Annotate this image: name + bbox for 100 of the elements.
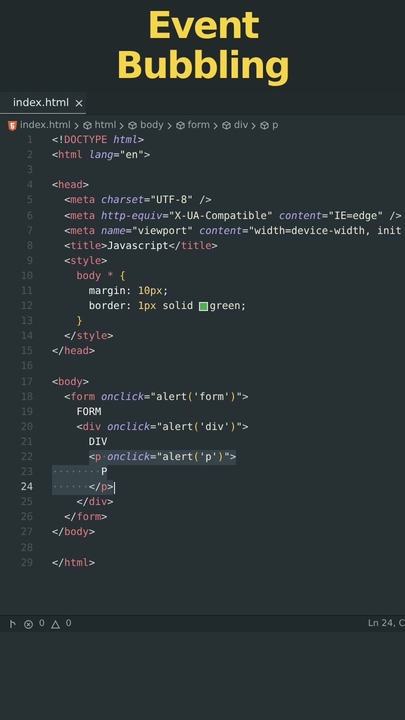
code-token: meta (70, 210, 96, 224)
chevron-icon (251, 122, 258, 130)
code-token: > (82, 376, 89, 390)
html5-icon (8, 120, 17, 130)
code-token: { (120, 270, 126, 284)
cube-icon (176, 121, 185, 130)
breadcrumb-item[interactable]: body (140, 120, 164, 131)
code-token: </ (52, 556, 64, 571)
code-token: < (64, 254, 70, 269)
code-token: > (101, 240, 108, 254)
code-token: body (58, 376, 83, 390)
code-token: html (113, 134, 138, 148)
code-token: = (162, 210, 169, 224)
editor-tab[interactable]: index.html × (0, 92, 86, 114)
code-token: <! (52, 134, 64, 148)
code-token: · (101, 450, 108, 466)
code-token: DIV (88, 436, 108, 450)
code-token: > (107, 330, 114, 344)
code-token: > (88, 556, 95, 571)
code-token: http-equiv (101, 210, 162, 224)
code-token: "X-UA-Compatible" (168, 210, 274, 224)
code-token: 'p' (199, 450, 218, 466)
code-token: onclick (101, 390, 144, 405)
code-token: form (70, 390, 96, 405)
cube-icon (128, 121, 138, 130)
code-token: style (70, 254, 102, 269)
code-token: </ (76, 496, 89, 510)
code-token: < (64, 194, 70, 208)
tab-label: index.html (13, 96, 69, 108)
code-token: head (64, 345, 89, 360)
code-token: /> (388, 210, 402, 224)
code-token: border: (88, 300, 133, 314)
code-token: ( (193, 420, 200, 435)
code-token: onclick (107, 420, 150, 435)
code-token: "viewport" (132, 224, 194, 239)
code-token: } (76, 315, 83, 330)
code-token: head (58, 179, 83, 194)
code-token: = (150, 420, 156, 435)
code-token: ······ (52, 480, 89, 496)
text-cursor (114, 482, 116, 494)
code-token: = (144, 390, 150, 405)
code-token: "width=device-width, init (248, 224, 402, 239)
close-icon[interactable]: × (74, 96, 84, 110)
breadcrumb-item[interactable]: div (234, 120, 248, 131)
code-token: > (82, 179, 89, 194)
code-token: charset (101, 194, 144, 208)
code-token: = (322, 210, 328, 224)
code-token: html (64, 556, 89, 571)
code-token: html (58, 149, 84, 164)
code-token: 'div' (199, 420, 230, 435)
code-token: < (88, 450, 95, 466)
code-token: < (52, 149, 58, 164)
code-token: body (76, 270, 102, 284)
video-title: Bubbling (116, 46, 290, 86)
code-token: * (107, 270, 114, 284)
code-token: " (236, 390, 242, 405)
code-token: p (101, 480, 108, 496)
breadcrumb-item[interactable]: index.html (20, 120, 71, 131)
breadcrumb-item[interactable]: form (188, 120, 210, 131)
code-token: 'form' (193, 390, 230, 405)
code-token: > (107, 480, 114, 496)
code-token: < (76, 420, 83, 435)
code-token: green (210, 300, 240, 314)
chevron-icon (166, 122, 173, 130)
code-token: = (144, 194, 150, 208)
code-token: lang (88, 149, 114, 164)
code-token: ) (230, 390, 236, 405)
code-token: 1px (138, 300, 158, 314)
code-token: ; (162, 284, 169, 299)
breadcrumb-item[interactable]: p (272, 120, 278, 131)
code-token: </ (88, 480, 102, 496)
breadcrumb-item[interactable]: html (94, 120, 116, 131)
code-token: /> (198, 194, 212, 208)
code-token: = (126, 224, 132, 239)
code-token: < (64, 240, 70, 254)
warning-count: 0 (66, 619, 72, 629)
code-token: name (101, 224, 126, 239)
code-token: </ (64, 511, 77, 526)
code-token: title (70, 240, 102, 254)
chevron-icon (212, 122, 219, 130)
branch-icon (8, 619, 18, 629)
code-token: "alert (156, 450, 194, 466)
code-token: </ (64, 330, 77, 344)
code-token: = (150, 450, 156, 466)
code-token: ) (230, 420, 236, 435)
code-token: ( (186, 390, 194, 405)
cube-icon (82, 121, 92, 130)
code-token: form (76, 511, 102, 526)
code-token: > (101, 511, 108, 526)
cursor-position[interactable]: Ln 24, C (368, 619, 405, 629)
chevron-icon (119, 122, 126, 130)
code-token: onclick (107, 450, 150, 466)
code-token: = (242, 224, 248, 239)
code-token: > (101, 254, 108, 269)
code-token: P (101, 465, 108, 480)
code-token: < (64, 210, 70, 224)
code-token: </ (52, 526, 64, 540)
code-token: ; (240, 300, 247, 314)
code-token: DOCTYPE (64, 134, 108, 148)
code-token: > (212, 240, 218, 254)
